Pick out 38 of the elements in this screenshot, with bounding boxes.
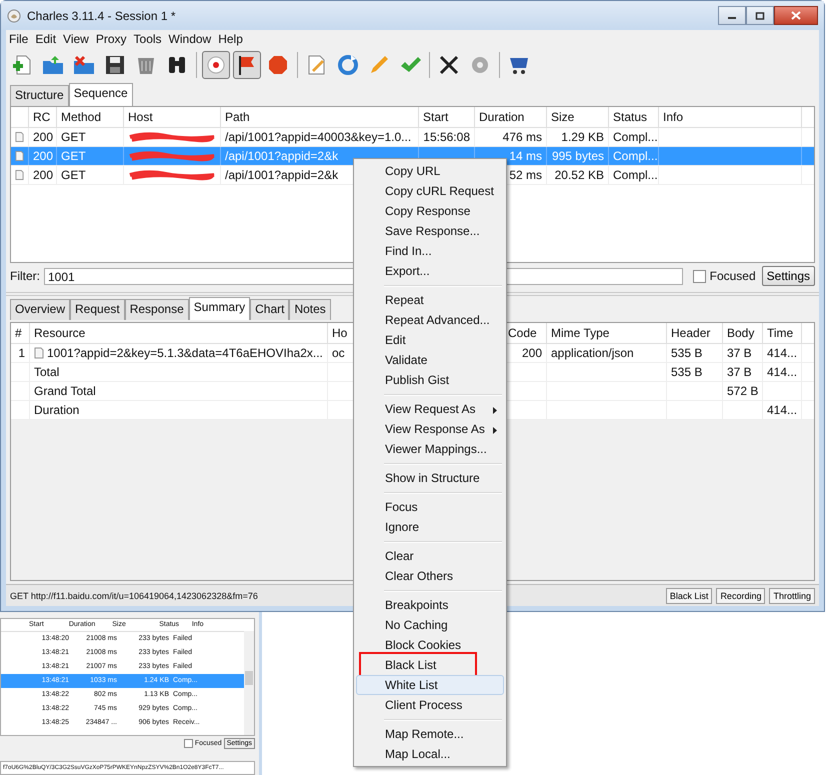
table-cell: 476 ms (502, 130, 542, 144)
table-cell: /api/1001?appid=2&k (225, 149, 338, 163)
table-cell: 535 B (671, 346, 702, 360)
table-cell: GET (61, 130, 86, 144)
table-cell: 1001?appid=2&key=5.1.3&data=4T6aEHOVIha2x... (47, 346, 323, 360)
table-cell: 572 B (727, 384, 758, 398)
table-cell: 200 (33, 130, 54, 144)
table-cell: 37 B (727, 346, 752, 360)
table-cell: oc (332, 346, 345, 360)
table-cell: 52 ms (509, 168, 542, 182)
table-cell: GET (61, 168, 86, 182)
table-cell: 414... (767, 346, 798, 360)
status-text: GET http://f11.baidu.com/it/u=106419064,1423062328&fm=76 (10, 590, 258, 600)
window-title: Charles 3.11.4 - Session 1 * (27, 8, 176, 22)
table-cell: Grand Total (34, 384, 96, 398)
table-cell: /api/1001?appid=2&k (225, 168, 338, 182)
table-cell: Duration (34, 403, 80, 417)
table-cell: 1 (18, 346, 25, 360)
table-cell: 20.52 KB (554, 168, 604, 182)
table-cell: 200 (33, 168, 54, 182)
table-cell: 995 bytes (552, 149, 604, 163)
table-cell: Total (34, 365, 60, 379)
table-cell: 1.29 KB (561, 130, 604, 144)
table-cell: 200 (33, 149, 54, 163)
table-cell: Compl... (613, 149, 658, 163)
filter-label: Filter: (10, 269, 40, 283)
table-cell: Compl... (613, 130, 658, 144)
table-cell: /api/1001?appid=40003&key=1.0... (225, 130, 412, 144)
table-cell: Compl... (613, 168, 658, 182)
table-cell: 414... (767, 403, 798, 417)
table-cell: 414... (767, 365, 798, 379)
table-cell: GET (61, 149, 86, 163)
table-cell: 15:56:08 (423, 130, 470, 144)
table-cell: 200 (522, 346, 542, 360)
table-cell: 535 B (671, 365, 702, 379)
table-cell: 14 ms (509, 149, 542, 163)
table-cell: application/json (551, 346, 634, 360)
table-cell: 37 B (727, 365, 752, 379)
